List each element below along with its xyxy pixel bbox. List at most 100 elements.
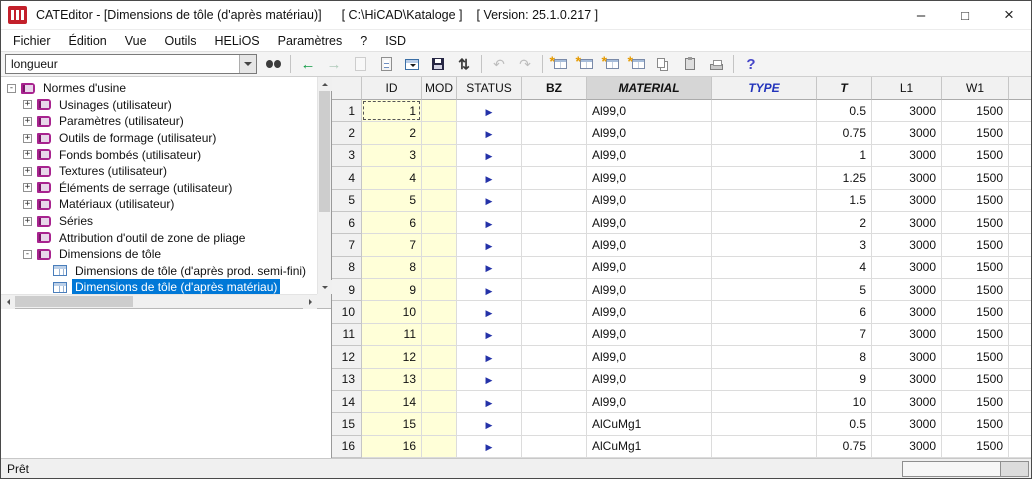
l1-cell[interactable]: 3000 <box>872 122 942 144</box>
type-cell[interactable] <box>712 301 817 323</box>
tree-expander[interactable]: + <box>23 217 32 226</box>
search-combobox[interactable]: longueur <box>5 54 257 74</box>
id-cell[interactable]: 9 <box>362 279 422 301</box>
l1-cell[interactable]: 3000 <box>872 413 942 435</box>
l1-cell[interactable]: 3000 <box>872 234 942 256</box>
tree-expander[interactable]: + <box>23 200 32 209</box>
bz-cell[interactable] <box>522 145 587 167</box>
row-number-cell[interactable]: 8 <box>332 257 362 279</box>
tree-item[interactable]: - Dimensions de tôle <box>1 246 317 263</box>
tree-item[interactable]: + Matériaux (utilisateur) <box>1 196 317 213</box>
status-cell[interactable] <box>457 391 522 413</box>
mod-cell[interactable] <box>422 301 457 323</box>
l1-cell[interactable]: 3000 <box>872 145 942 167</box>
id-cell[interactable]: 3 <box>362 145 422 167</box>
status-cell[interactable] <box>457 100 522 122</box>
l1-cell[interactable]: 3000 <box>872 279 942 301</box>
row-number-cell[interactable]: 11 <box>332 324 362 346</box>
mod-cell[interactable] <box>422 346 457 368</box>
mod-cell[interactable] <box>422 257 457 279</box>
import-table-button[interactable] <box>399 53 425 75</box>
tree-item[interactable]: + Séries <box>1 213 317 230</box>
material-cell[interactable]: Al99,0 <box>587 391 712 413</box>
t-cell[interactable]: 7 <box>817 324 872 346</box>
print-button[interactable] <box>703 53 729 75</box>
l1-cell[interactable]: 3000 <box>872 369 942 391</box>
w1-cell[interactable]: 1500 <box>942 234 1009 256</box>
tree-expander[interactable]: - <box>23 250 32 259</box>
tree-hscrollbar-thumb[interactable] <box>15 296 133 307</box>
status-cell[interactable] <box>457 234 522 256</box>
mod-cell[interactable] <box>422 212 457 234</box>
table-hscrollbar-thumb[interactable] <box>903 462 1001 476</box>
status-cell[interactable] <box>457 190 522 212</box>
type-cell[interactable] <box>712 346 817 368</box>
row-number-cell[interactable]: 13 <box>332 369 362 391</box>
type-cell[interactable] <box>712 145 817 167</box>
tree-vscrollbar[interactable] <box>317 77 331 294</box>
row-number-cell[interactable]: 14 <box>332 391 362 413</box>
mod-cell[interactable] <box>422 167 457 189</box>
row-number-cell[interactable]: 12 <box>332 346 362 368</box>
paste-button[interactable] <box>677 53 703 75</box>
l1-cell[interactable]: 3000 <box>872 167 942 189</box>
help-button[interactable] <box>738 53 764 75</box>
menu-item-vue[interactable]: Vue <box>116 32 156 50</box>
id-cell[interactable]: 16 <box>362 436 422 458</box>
bz-cell[interactable] <box>522 100 587 122</box>
material-cell[interactable]: Al99,0 <box>587 346 712 368</box>
row-number-cell[interactable]: 16 <box>332 436 362 458</box>
append-table-button[interactable] <box>625 53 651 75</box>
l1-cell[interactable]: 3000 <box>872 436 942 458</box>
t-cell[interactable]: 0.5 <box>817 413 872 435</box>
material-cell[interactable]: Al99,0 <box>587 212 712 234</box>
id-cell[interactable]: 14 <box>362 391 422 413</box>
new-document-button[interactable] <box>347 53 373 75</box>
mod-cell[interactable] <box>422 100 457 122</box>
type-cell[interactable] <box>712 436 817 458</box>
id-cell[interactable]: 7 <box>362 234 422 256</box>
material-cell[interactable]: AlCuMg1 <box>587 436 712 458</box>
tree-item[interactable]: + Paramètres (utilisateur) <box>1 113 317 130</box>
id-cell[interactable]: 13 <box>362 369 422 391</box>
undo-button[interactable] <box>486 53 512 75</box>
scroll-right-button[interactable] <box>303 295 317 309</box>
insert-table-button[interactable] <box>599 53 625 75</box>
bz-cell[interactable] <box>522 436 587 458</box>
type-cell[interactable] <box>712 257 817 279</box>
view-document-button[interactable] <box>373 53 399 75</box>
menu-item-parametres[interactable]: Paramètres <box>269 32 352 50</box>
status-cell[interactable] <box>457 257 522 279</box>
header-type[interactable]: TYPE <box>712 77 817 100</box>
status-cell[interactable] <box>457 324 522 346</box>
type-cell[interactable] <box>712 324 817 346</box>
mod-cell[interactable] <box>422 391 457 413</box>
mod-cell[interactable] <box>422 145 457 167</box>
w1-cell[interactable]: 1500 <box>942 145 1009 167</box>
tree-expander[interactable]: + <box>23 183 32 192</box>
row-number-cell[interactable]: 4 <box>332 167 362 189</box>
mod-cell[interactable] <box>422 190 457 212</box>
l1-cell[interactable]: 3000 <box>872 301 942 323</box>
mod-cell[interactable] <box>422 369 457 391</box>
tree-item[interactable]: + Éléments de serrage (utilisateur) <box>1 180 317 197</box>
header-status[interactable]: STATUS <box>457 77 522 100</box>
w1-cell[interactable]: 1500 <box>942 391 1009 413</box>
row-number-cell[interactable]: 7 <box>332 234 362 256</box>
tree-vscrollbar-thumb[interactable] <box>319 91 330 212</box>
header-mod[interactable]: MOD <box>422 77 457 100</box>
type-cell[interactable] <box>712 391 817 413</box>
l1-cell[interactable]: 3000 <box>872 212 942 234</box>
header-t[interactable]: T <box>817 77 872 100</box>
w1-cell[interactable]: 1500 <box>942 369 1009 391</box>
tree-hscrollbar-track[interactable] <box>15 295 303 308</box>
tree-expander[interactable]: + <box>23 167 32 176</box>
menu-item-aide[interactable]: ? <box>351 32 376 50</box>
w1-cell[interactable]: 1500 <box>942 190 1009 212</box>
t-cell[interactable]: 3 <box>817 234 872 256</box>
tree-expander[interactable]: - <box>7 84 16 93</box>
id-cell[interactable]: 6 <box>362 212 422 234</box>
id-cell[interactable]: 4 <box>362 167 422 189</box>
status-cell[interactable] <box>457 436 522 458</box>
l1-cell[interactable]: 3000 <box>872 190 942 212</box>
